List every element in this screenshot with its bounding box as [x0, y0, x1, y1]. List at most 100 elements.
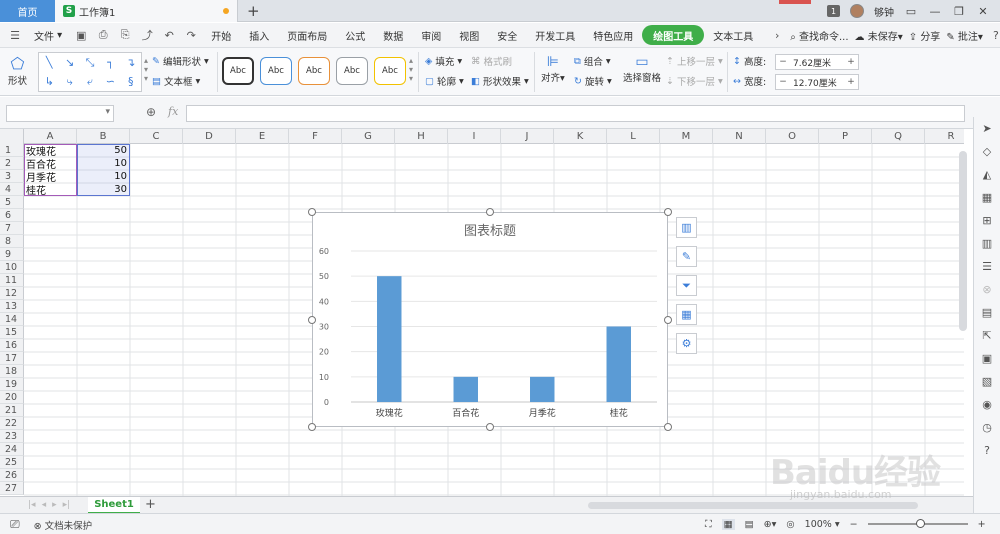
cell-B3[interactable]: 10 [77, 170, 130, 183]
navigate-icon[interactable]: ◉ [980, 397, 995, 412]
tab-menu-7[interactable]: 安全 [488, 25, 526, 45]
tab-menu-3[interactable]: 公式 [336, 25, 374, 45]
redo-icon[interactable]: ↷ [184, 28, 198, 42]
cell-A1[interactable]: 玫瑰花 [24, 144, 77, 157]
vertical-scrollbar[interactable] [958, 143, 968, 483]
shape-gallery[interactable]: ╲ ↘ ⤡ ┐ ↴ ↳ ⤷ ⤶ ∽ § [38, 52, 142, 92]
s-curve-icon[interactable]: ∽ [106, 75, 115, 88]
column-header-C[interactable]: C [130, 129, 183, 144]
cloud-save-status[interactable]: ☁ 未保存▾ [855, 28, 903, 43]
history-icon[interactable]: ◷ [980, 420, 995, 435]
row-header-13[interactable]: 13 [0, 300, 24, 313]
column-header-Q[interactable]: Q [872, 129, 925, 144]
chart-type-icon[interactable]: ▦ [676, 304, 697, 325]
send-backward-button[interactable]: ⇣ 下移一层 ▾ [666, 74, 723, 89]
cell-B1[interactable]: 50 [77, 144, 130, 157]
text-box-button[interactable]: ▤ 文本框 ▾ [152, 74, 200, 89]
cell-B2[interactable]: 10 [77, 157, 130, 170]
resize-handle-7[interactable] [664, 423, 672, 431]
row-header-9[interactable]: 9 [0, 248, 24, 261]
shape-style-4[interactable]: Abc [336, 57, 368, 85]
inbox-icon[interactable]: ▣ [980, 351, 995, 366]
link-icon[interactable]: ⊗ [980, 282, 995, 297]
function-icon[interactable]: fx [168, 105, 178, 118]
column-header-P[interactable]: P [819, 129, 872, 144]
bar-0[interactable] [377, 276, 402, 402]
image-icon[interactable]: ▧ [980, 374, 995, 389]
help-icon[interactable]: ? [989, 28, 1000, 42]
row-header-12[interactable]: 12 [0, 287, 24, 300]
chart-filter-icon[interactable]: ⏷ [676, 275, 697, 296]
chart-title[interactable]: 图表标题 [464, 224, 516, 239]
tab-menu-11[interactable]: 文本工具 [704, 25, 762, 45]
column-header-I[interactable]: I [448, 129, 501, 144]
height-increase-button[interactable]: + [844, 57, 858, 67]
command-search[interactable]: ⌕ 查找命令... [790, 28, 848, 43]
resize-handle-3[interactable] [308, 315, 316, 324]
row-header-11[interactable]: 11 [0, 274, 24, 287]
zoom-slider[interactable] [867, 517, 968, 531]
format-brush-button[interactable]: ⌘ 格式刷 [471, 54, 512, 69]
resize-handle-5[interactable] [308, 423, 316, 431]
fill-style-icon[interactable]: ◭ [980, 167, 995, 182]
column-header-H[interactable]: H [395, 129, 448, 144]
next-sheet-icon[interactable]: ▸ [52, 500, 57, 510]
zoom-level[interactable]: 100% ▾ [805, 519, 840, 530]
row-header-2[interactable]: 2 [0, 157, 24, 170]
bring-forward-button[interactable]: ⇡ 上移一层 ▾ [666, 54, 723, 69]
line-shape-icon[interactable]: ╲ [46, 56, 53, 69]
zoom-out-button[interactable]: − [850, 519, 858, 530]
name-box[interactable] [6, 105, 114, 122]
shape-style-1[interactable]: Abc [222, 57, 254, 85]
column-header-A[interactable]: A [24, 129, 77, 144]
tab-menu-4[interactable]: 数据 [374, 25, 412, 45]
first-sheet-icon[interactable]: |◂ [28, 500, 36, 510]
elbow-shape-icon[interactable]: ┐ [107, 56, 114, 69]
tab-menu-0[interactable]: 开始 [202, 25, 240, 45]
align-button[interactable]: ⊫ 对齐▾ [541, 54, 565, 84]
row-header-25[interactable]: 25 [0, 456, 24, 469]
tab-menu-5[interactable]: 审阅 [412, 25, 450, 45]
chart-elements-icon[interactable]: ▥ [676, 217, 697, 238]
row-header-26[interactable]: 26 [0, 469, 24, 482]
row-header-3[interactable]: 3 [0, 170, 24, 183]
shape-gallery-scroll[interactable]: ▴ ▾ ▾ [144, 56, 148, 83]
row-header-24[interactable]: 24 [0, 443, 24, 456]
bar-3[interactable] [606, 326, 631, 403]
cell-A3[interactable]: 月季花 [24, 170, 77, 183]
cursor-select-icon[interactable]: ➤ [980, 121, 995, 136]
eye-protect-icon[interactable]: ◎ [786, 519, 794, 530]
resize-handle-4[interactable] [664, 315, 672, 324]
shape-style-2[interactable]: Abc [260, 57, 292, 85]
cell-B4[interactable]: 30 [77, 183, 130, 196]
row-header-14[interactable]: 14 [0, 313, 24, 326]
fill-button[interactable]: ◈ 填充 ▾ [425, 54, 462, 69]
document-icon[interactable]: ▤ [980, 305, 995, 320]
column-header-R[interactable]: R [925, 129, 964, 144]
formula-input[interactable] [186, 105, 965, 122]
vertical-scroll-thumb[interactable] [959, 151, 967, 331]
resize-handle-1[interactable] [486, 208, 494, 216]
resize-handle-0[interactable] [308, 208, 316, 216]
column-header-O[interactable]: O [766, 129, 819, 144]
restore-icon[interactable]: ❐ [952, 5, 966, 18]
bar-chart[interactable]: 图表标题 0 10 20 30 40 50 60 玫瑰花 百合花 月季花 桂花 [312, 212, 668, 427]
outline-button[interactable]: ▢ 轮廓 ▾ [425, 74, 464, 89]
shape-button[interactable]: ⬠ 形状 [8, 54, 27, 87]
save-icon[interactable]: ▣ [74, 28, 88, 42]
row-header-6[interactable]: 6 [0, 209, 24, 222]
row-header-22[interactable]: 22 [0, 417, 24, 430]
width-value[interactable]: 12.70厘米 [790, 76, 844, 89]
more-tabs-icon[interactable]: › [770, 28, 784, 42]
tab-menu-9[interactable]: 特色应用 [584, 25, 642, 45]
double-arrow-shape-icon[interactable]: ⤡ [86, 56, 95, 70]
height-field[interactable]: − 7.62厘米 + [775, 54, 859, 70]
zoom-formula-icon[interactable]: ⊕ [146, 105, 156, 119]
properties-icon[interactable]: ☰ [980, 259, 995, 274]
column-header-E[interactable]: E [236, 129, 289, 144]
tab-menu-1[interactable]: 插入 [240, 25, 278, 45]
column-header-J[interactable]: J [501, 129, 554, 144]
share-out-icon[interactable]: ⇱ [980, 328, 995, 343]
width-decrease-button[interactable]: − [776, 77, 790, 87]
column-header-L[interactable]: L [607, 129, 660, 144]
